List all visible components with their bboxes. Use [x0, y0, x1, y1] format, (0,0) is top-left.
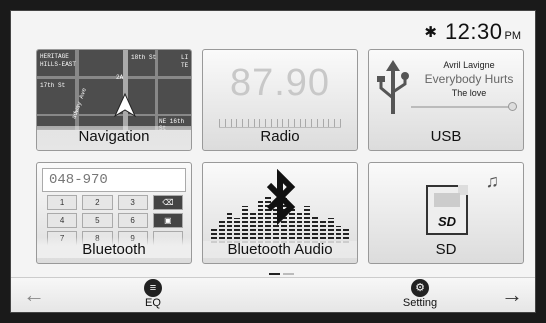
map-preview: HERITAGE HILLS-EAST 17th St 18th St adwa…	[37, 50, 191, 132]
keypad-key: 3	[117, 195, 148, 210]
gear-icon: ⚙	[411, 279, 429, 297]
setting-label: Setting	[402, 297, 438, 309]
tile-bluetooth[interactable]: 048-970 1 2 3 ⌫ 4 5 6 ▣ 7 8 9 Bluetooth	[36, 162, 192, 264]
keypad-key: 5	[82, 213, 113, 228]
eq-button[interactable]: ≡ EQ	[133, 279, 173, 309]
usb-icon	[377, 60, 409, 114]
page-dot-active	[269, 273, 280, 275]
eq-label: EQ	[145, 297, 161, 309]
music-note-icon: ♫	[485, 171, 500, 191]
dialed-number: 048-970	[42, 168, 186, 192]
clock-time: 12:30	[444, 19, 503, 44]
vehicle-position-icon	[113, 92, 137, 118]
sd-logo: SD	[437, 214, 457, 229]
tile-label: Bluetooth Audio	[203, 241, 357, 258]
status-bar: ✱ 12:30 PM	[424, 17, 521, 47]
tile-usb[interactable]: Avril Lavigne Everybody Hurts The love U…	[368, 49, 524, 151]
keypad-key: 2	[82, 195, 113, 210]
bluetooth-icon: ✱	[424, 24, 437, 41]
track-album: The love	[451, 88, 487, 98]
playback-progress	[411, 102, 517, 111]
clock-ampm: PM	[504, 30, 522, 42]
equalizer-icon: ≡	[144, 279, 162, 297]
keypad-delete-key: ⌫	[152, 195, 183, 210]
track-artist: Avril Lavigne	[443, 60, 495, 70]
radio-frequency: 87.90	[229, 62, 331, 104]
tile-radio[interactable]: 87.90 Radio	[202, 49, 358, 151]
tile-sd[interactable]: ♫ SD SD	[368, 162, 524, 264]
home-screen: ✱ 12:30 PM HERITAGE HILLS-EAST 17th St 1…	[10, 10, 536, 313]
tile-label: Navigation	[78, 128, 150, 145]
tile-label: Bluetooth	[37, 237, 191, 258]
keypad-contacts-key: ▣	[152, 213, 183, 228]
sd-card-icon: SD	[426, 185, 468, 235]
bluetooth-icon	[266, 169, 296, 225]
tuner-scale	[219, 115, 341, 128]
bottom-bar: ← ≡ EQ ⚙ Setting →	[11, 277, 535, 312]
tile-label: SD	[435, 241, 457, 258]
forward-arrow-icon[interactable]: →	[501, 282, 523, 308]
keypad-key: 4	[47, 213, 78, 228]
tile-navigation[interactable]: HERITAGE HILLS-EAST 17th St 18th St adwa…	[36, 49, 192, 151]
keypad-key: 1	[47, 195, 78, 210]
keypad-key: 6	[117, 213, 148, 228]
setting-button[interactable]: ⚙ Setting	[395, 279, 445, 309]
tile-label: USB	[430, 128, 462, 145]
tile-label: Radio	[260, 128, 300, 145]
page-dot	[283, 273, 294, 275]
back-arrow-icon[interactable]: ←	[23, 282, 45, 308]
track-title: Everybody Hurts	[424, 72, 514, 86]
page-indicator	[269, 273, 294, 275]
tile-bluetooth-audio[interactable]: Bluetooth Audio	[202, 162, 358, 264]
